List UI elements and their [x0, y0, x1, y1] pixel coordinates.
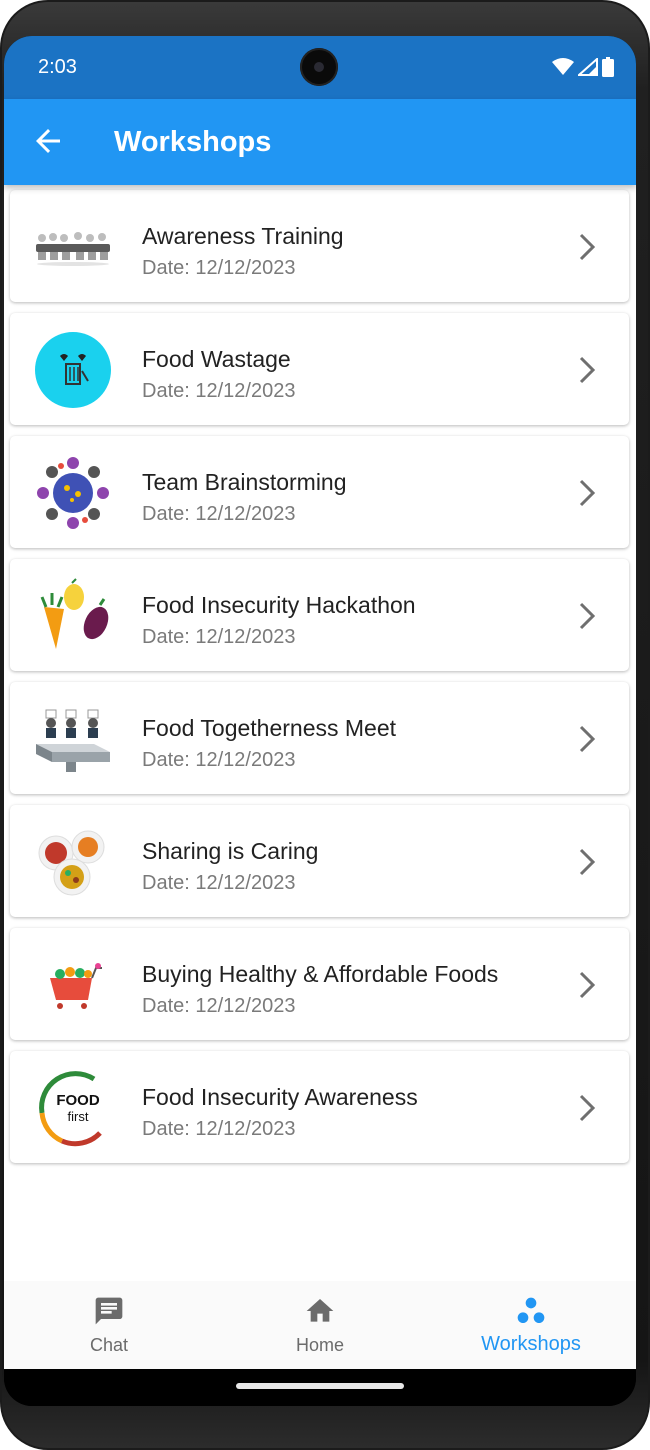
nav-chat-label: Chat: [89, 1335, 129, 1355]
nav-chat[interactable]: Chat: [4, 1281, 214, 1369]
workshop-card-sharing-is-caring[interactable]: Sharing is Caring Date: 12/12/2023: [10, 805, 629, 917]
sharing-is-caring-thumbnail: [38, 830, 105, 896]
workshop-title: Food Wastage: [142, 346, 291, 372]
workshop-title: Awareness Training: [142, 223, 344, 249]
food-first-logo-text-first: first: [68, 1109, 89, 1124]
workshop-card-awareness-training[interactable]: Awareness Training Date: 12/12/2023: [10, 190, 629, 302]
battery-icon: [602, 57, 614, 77]
app-bar: Workshops: [4, 99, 636, 185]
bottom-navigation: Chat Home Workshops: [4, 1281, 636, 1369]
workshop-date: Date: 12/12/2023: [142, 872, 296, 894]
status-icons: [552, 56, 614, 78]
page-title: Workshops: [114, 126, 272, 158]
nav-home[interactable]: Home: [215, 1281, 425, 1369]
food-insecurity-hackathon-thumbnail: [40, 578, 109, 649]
workshop-list: Awareness Training Date: 12/12/2023 Food…: [4, 185, 636, 1281]
food-togetherness-meet-thumbnail: [36, 709, 110, 772]
shopping-cart-thumbnail: [50, 963, 102, 1009]
workshop-card-food-insecurity-hackathon[interactable]: Food Insecurity Hackathon Date: 12/12/20…: [10, 559, 629, 671]
home-gesture-handle[interactable]: [236, 1383, 404, 1389]
status-time: 2:03: [38, 56, 77, 78]
workshop-card-food-togetherness-meet[interactable]: Food Togetherness Meet Date: 12/12/2023: [10, 682, 629, 794]
gesture-bar: [4, 1369, 636, 1406]
chevron-right-icon: [579, 479, 596, 507]
nav-home-label: Home: [295, 1335, 344, 1355]
awareness-training-thumbnail: [36, 232, 110, 266]
workshop-date: Date: 12/12/2023: [142, 503, 296, 525]
workshop-title: Food Togetherness Meet: [142, 715, 397, 741]
workshop-card-food-wastage[interactable]: Food Wastage Date: 12/12/2023: [10, 313, 629, 425]
food-first-logo: FOOD first: [39, 1071, 102, 1147]
workshop-date: Date: 12/12/2023: [142, 626, 296, 648]
chevron-right-icon: [579, 848, 596, 876]
back-arrow-icon[interactable]: [30, 123, 66, 159]
nav-workshops[interactable]: Workshops: [426, 1281, 636, 1369]
workshops-icon: [517, 1297, 545, 1323]
chevron-right-icon: [579, 1094, 596, 1122]
food-first-logo-text-food: FOOD: [56, 1092, 99, 1109]
workshop-card-team-brainstorming[interactable]: Team Brainstorming Date: 12/12/2023: [10, 436, 629, 548]
workshop-card-food-insecurity-awareness[interactable]: FOOD first Food Insecurity Awareness Dat…: [10, 1051, 629, 1163]
workshop-date: Date: 12/12/2023: [142, 749, 296, 771]
workshop-title: Food Insecurity Awareness: [142, 1084, 418, 1110]
chevron-right-icon: [579, 356, 596, 384]
phone-frame: 2:03 Workshops Awareness Training Date: …: [0, 0, 650, 1450]
wifi-icon: [552, 58, 574, 75]
workshop-title: Team Brainstorming: [142, 469, 347, 495]
home-icon: [306, 1299, 334, 1322]
workshop-title: Buying Healthy & Affordable Foods: [142, 961, 499, 987]
workshop-date: Date: 12/12/2023: [142, 380, 296, 402]
nav-workshops-label: Workshops: [481, 1333, 581, 1355]
chevron-right-icon: [579, 725, 596, 753]
team-brainstorming-thumbnail: [37, 457, 109, 529]
front-camera: [300, 48, 338, 86]
chevron-right-icon: [579, 602, 596, 630]
phone-screen: 2:03 Workshops Awareness Training Date: …: [4, 36, 636, 1406]
chat-icon: [95, 1297, 123, 1325]
signal-icon: [578, 58, 598, 76]
food-wastage-thumbnail: [35, 332, 111, 408]
workshop-date: Date: 12/12/2023: [142, 257, 296, 279]
chevron-right-icon: [579, 971, 596, 999]
workshop-date: Date: 12/12/2023: [142, 1118, 296, 1140]
workshop-card-buying-healthy-affordable-foods[interactable]: Buying Healthy & Affordable Foods Date: …: [10, 928, 629, 1040]
workshop-title: Sharing is Caring: [142, 838, 319, 864]
workshop-title: Food Insecurity Hackathon: [142, 592, 416, 618]
workshop-date: Date: 12/12/2023: [142, 995, 296, 1017]
status-bar: 2:03: [4, 36, 636, 99]
chevron-right-icon: [579, 233, 596, 261]
